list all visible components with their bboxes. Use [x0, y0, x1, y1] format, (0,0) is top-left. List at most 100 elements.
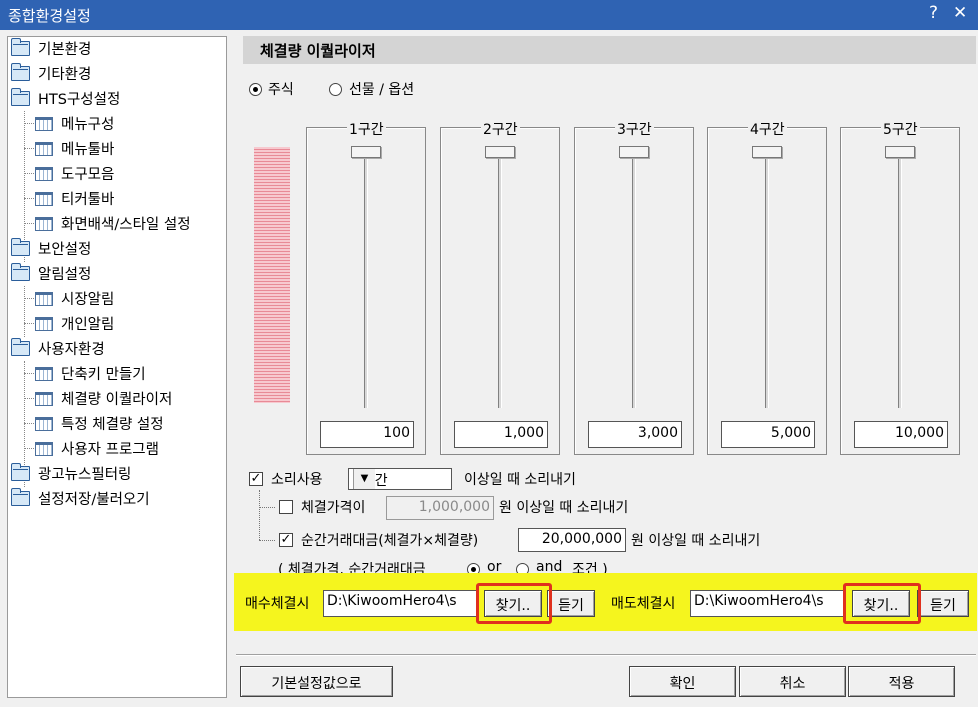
zone-label: 4구간 [748, 119, 787, 139]
tree-item-label: 광고뉴스필터링 [38, 467, 132, 483]
zone-label: 5구간 [881, 119, 920, 139]
buy-path-input[interactable]: D:\KiwoomHero4\s [323, 590, 478, 617]
zone-value-input[interactable]: 1,000 [454, 421, 548, 448]
tree-connector [24, 111, 25, 262]
tree-item-label: 도구모음 [61, 167, 115, 183]
tree-item-label: 특정 체결량 설정 [61, 417, 164, 433]
defaults-button[interactable]: 기본설정값으로 [240, 666, 393, 697]
page-icon [35, 217, 53, 231]
tree-item-label: 기타환경 [38, 67, 92, 83]
folder-icon [11, 263, 30, 281]
window-title: 종합환경설정 [8, 7, 91, 25]
chevron-down-icon[interactable]: ▼ [353, 469, 375, 489]
slider-thumb[interactable] [752, 146, 782, 158]
folder-icon [11, 88, 30, 106]
tree-item-label: 사용자환경 [38, 342, 105, 358]
zone-value-input[interactable]: 100 [320, 421, 414, 448]
radio-futures[interactable] [329, 83, 342, 96]
slider-track[interactable] [898, 153, 902, 408]
tree-item-label: 시장알림 [61, 292, 115, 308]
folder-icon [11, 463, 30, 481]
section-title: 체결량 이퀄라이저 [260, 42, 376, 60]
ok-button[interactable]: 확인 [629, 666, 736, 697]
page-icon [35, 367, 53, 381]
help-icon[interactable]: ? [929, 3, 938, 23]
settings-tree: 기본환경 기타환경 HTS구성설정 메뉴구성 메뉴툴바 도구모음 티커툴바 화면… [7, 36, 227, 698]
zone-value-input[interactable]: 5,000 [721, 421, 815, 448]
zone-label: 3구간 [615, 119, 654, 139]
sell-path-input[interactable]: D:\KiwoomHero4\s [690, 590, 845, 617]
radio-stock-label: 주식 [268, 82, 294, 98]
tree-connector [24, 223, 34, 224]
tree-item-label: 메뉴구성 [61, 117, 115, 133]
tree-item-label: 체결량 이퀄라이저 [61, 392, 173, 408]
amount-input[interactable]: 20,000,000 [518, 528, 626, 552]
footer-separator [236, 654, 976, 656]
tree-item-label: HTS구성설정 [38, 92, 121, 108]
zone-label: 1구간 [347, 119, 386, 139]
buy-label: 매수체결시 [245, 596, 310, 612]
price-checkbox[interactable] [279, 500, 293, 514]
page-icon [35, 417, 53, 431]
amount-checkbox[interactable]: ✓ [279, 533, 293, 547]
tree-item-label: 화면배색/스타일 설정 [61, 217, 191, 233]
zone-3: 3구간 3,000 [574, 119, 694, 455]
tree-connector [24, 398, 34, 399]
zone-5: 5구간 10,000 [840, 119, 960, 455]
sell-listen-button[interactable]: 듣기 [917, 590, 969, 617]
close-icon[interactable]: ✕ [953, 3, 967, 23]
tree-connector [24, 298, 34, 299]
slider-thumb[interactable] [485, 146, 515, 158]
zone-2: 2구간 1,000 [440, 119, 560, 455]
price-label: 체결가격이 [301, 500, 366, 516]
tree-item-label: 알림설정 [38, 267, 92, 283]
tree-connector [24, 286, 25, 337]
folder-icon [11, 38, 30, 56]
sell-label: 매도체결시 [611, 596, 676, 612]
slider-thumb[interactable] [885, 146, 915, 158]
option-connector [259, 540, 275, 541]
tree-item-label: 사용자 프로그램 [61, 442, 159, 458]
tree-item-label: 메뉴툴바 [61, 142, 115, 158]
tree-item-label: 설정저장/불러오기 [38, 492, 150, 508]
apply-button[interactable]: 적용 [848, 666, 955, 697]
zone-label: 2구간 [481, 119, 520, 139]
folder-icon [11, 238, 30, 256]
slider-track[interactable] [364, 153, 368, 408]
sound-suffix: 이상일 때 소리내기 [464, 472, 576, 488]
buy-listen-button[interactable]: 듣기 [547, 590, 595, 617]
price-input[interactable]: 1,000,000 [386, 496, 494, 520]
tree-connector [24, 323, 34, 324]
slider-track[interactable] [765, 153, 769, 408]
tree-item-label: 티커툴바 [61, 192, 115, 208]
tree-connector [24, 173, 34, 174]
page-icon [35, 442, 53, 456]
tree-connector [24, 423, 34, 424]
radio-stock[interactable] [249, 83, 262, 96]
folder-icon [11, 488, 30, 506]
volume-meter [254, 147, 290, 403]
amount-label: 순간거래대금(체결가×체결량) [301, 533, 479, 549]
sound-checkbox[interactable]: ✓ [249, 472, 263, 486]
slider-track[interactable] [498, 153, 502, 408]
slider-track[interactable] [632, 153, 636, 408]
option-connector [259, 490, 260, 540]
tree-item-label: 개인알림 [61, 317, 115, 333]
zone-value-input[interactable]: 10,000 [854, 421, 948, 448]
annotation-box [476, 583, 552, 624]
sound-label: 소리사용 [271, 472, 323, 488]
zone-value-input[interactable]: 3,000 [588, 421, 682, 448]
cancel-button[interactable]: 취소 [739, 666, 846, 697]
tree-item-label: 단축키 만들기 [61, 367, 146, 383]
zone-select[interactable]: 1구간 ▼ [348, 468, 452, 490]
page-icon [35, 317, 53, 331]
slider-thumb[interactable] [619, 146, 649, 158]
zone-1: 1구간 100 [306, 119, 426, 455]
folder-icon [11, 338, 30, 356]
page-icon [35, 167, 53, 181]
title-bar: 종합환경설정 ? ✕ [0, 0, 978, 30]
page-icon [35, 192, 53, 206]
slider-thumb[interactable] [351, 146, 381, 158]
tree-connector [24, 373, 34, 374]
page-icon [35, 392, 53, 406]
